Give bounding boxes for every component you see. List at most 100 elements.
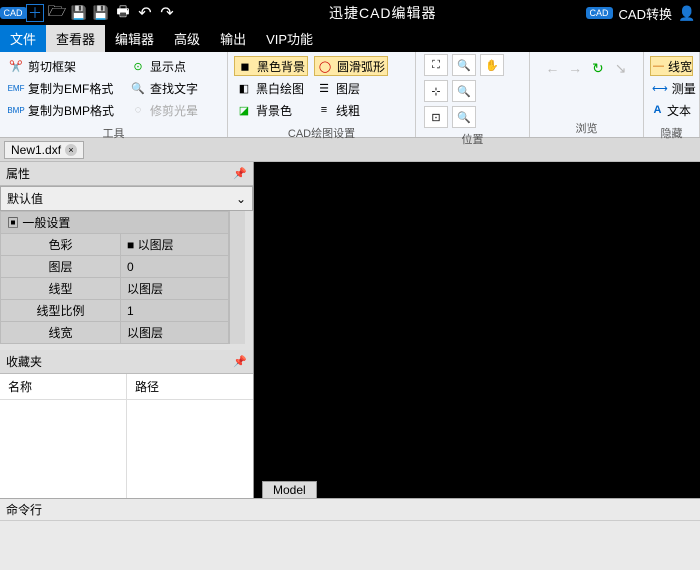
properties-title: 属性 [6, 165, 30, 182]
pos-fit-button[interactable]: ⛶ [424, 54, 448, 76]
properties-table: ▣ 一般设置 色彩■ 以图层 图层0 线型以图层 线型比例1 线宽以图层 [0, 211, 229, 344]
show-point-button[interactable]: ⊙显示点 [128, 56, 200, 76]
arc-icon: ◯ [317, 58, 333, 74]
ribbon-group-tools: ✂️剪切框架 EMF复制为EMF格式 BMP复制为BMP格式 ⊙显示点 🔍查找文… [0, 52, 228, 137]
document-tab[interactable]: New1.dxf × [4, 141, 84, 159]
tab-vip[interactable]: VIP功能 [256, 25, 323, 52]
prop-ltscale-value[interactable]: 1 [121, 300, 229, 322]
main-area: 属性 📌 默认值 ⌄ ▣ 一般设置 色彩■ 以图层 图层0 线型以图层 线型比例… [0, 162, 700, 498]
app-icon: CAD [4, 4, 22, 22]
saveas-icon[interactable]: 💾 [92, 4, 110, 22]
left-panel: 属性 📌 默认值 ⌄ ▣ 一般设置 色彩■ 以图层 图层0 线型以图层 线型比例… [0, 162, 254, 498]
tab-advanced[interactable]: 高级 [164, 25, 210, 52]
nav-refresh-button[interactable]: ↻ [590, 58, 607, 78]
text-button[interactable]: A文本 [650, 100, 693, 120]
favorites-col-path-header[interactable]: 路径 [127, 374, 253, 400]
copy-bmp-button[interactable]: BMP复制为BMP格式 [6, 100, 116, 120]
prop-lineweight-value[interactable]: 以图层 [121, 322, 229, 344]
prop-linetype-value[interactable]: 以图层 [121, 278, 229, 300]
layers-icon: ☰ [316, 80, 332, 96]
title-bar: CAD ＋ 🗁 💾 💾 🖶 ↶ ↷ 迅捷CAD编辑器 CAD CAD转换 👤 [0, 0, 700, 26]
crop-icon: ✂️ [8, 58, 24, 74]
model-tab[interactable]: Model [262, 481, 317, 498]
favorites-title: 收藏夹 [6, 353, 42, 370]
nav-stop-button[interactable]: ↘ [612, 58, 629, 78]
pos-pan-button[interactable]: ✋ [480, 54, 504, 76]
properties-panel-header: 属性 📌 [0, 162, 253, 186]
close-tab-icon[interactable]: × [65, 144, 77, 156]
print-icon[interactable]: 🖶 [114, 4, 132, 22]
tab-output[interactable]: 输出 [210, 25, 256, 52]
text-icon: A [652, 102, 663, 118]
prop-layer-label: 图层 [1, 256, 121, 278]
prop-layer-value[interactable]: 0 [121, 256, 229, 278]
favorites-col-name-header[interactable]: 名称 [0, 374, 126, 400]
chevron-down-icon: ⌄ [236, 192, 246, 206]
favorites-panel-header: 收藏夹 📌 [0, 350, 253, 374]
drawing-canvas[interactable]: Model [254, 162, 700, 498]
measure-icon: ⟷ [652, 80, 668, 96]
ribbon-group-tools-label: 工具 [0, 124, 227, 142]
pos-zoomin-button[interactable]: 🔍 [452, 54, 476, 76]
prop-lineweight-label: 线宽 [1, 322, 121, 344]
round-arc-button[interactable]: ◯圆滑弧形 [314, 56, 388, 76]
bmp-icon: BMP [8, 102, 24, 118]
ribbon-group-cad-label: CAD绘图设置 [228, 124, 415, 142]
trim-halo-button[interactable]: ◌修剪光晕 [128, 100, 200, 120]
tab-viewer[interactable]: 查看器 [46, 25, 105, 52]
section-general[interactable]: ▣ 一般设置 [1, 212, 229, 234]
bgcolor-icon: ◪ [236, 102, 252, 118]
black-bg-button[interactable]: ◼黑色背景 [234, 56, 308, 76]
ribbon-group-browse: ← → ↻ ↘ 浏览 [530, 52, 644, 137]
pos-zoomout-button[interactable]: 🔍 [452, 80, 476, 102]
lineweight-button[interactable]: ≡线粗 [314, 100, 388, 120]
ribbon-group-browse-label: 浏览 [530, 119, 643, 137]
search-icon: 🔍 [130, 80, 146, 96]
redo-icon[interactable]: ↷ [158, 4, 176, 22]
undo-icon[interactable]: ↶ [136, 4, 154, 22]
pos-window-button[interactable]: ⊡ [424, 106, 448, 128]
ribbon-group-cad-settings: ◼黑色背景 ◧黑白绘图 ◪背景色 ◯圆滑弧形 ☰图层 ≡线粗 CAD绘图设置 [228, 52, 416, 137]
favorites-pin-icon[interactable]: 📌 [233, 355, 247, 368]
pos-scaledown-button[interactable]: 🔍 [452, 106, 476, 128]
ribbon-group-hidden: —线宽 ⟷测量 A文本 隐藏 [644, 52, 700, 137]
linewidth-button[interactable]: —线宽 [650, 56, 693, 76]
emf-icon: EMF [8, 80, 24, 96]
save-icon[interactable]: 💾 [70, 4, 88, 22]
prop-color-label: 色彩 [1, 234, 121, 256]
blackbg-icon: ◼ [237, 58, 253, 74]
layers-button[interactable]: ☰图层 [314, 78, 388, 98]
cad-badge: CAD [586, 7, 613, 19]
prop-color-value[interactable]: ■ 以图层 [121, 234, 229, 256]
pin-icon[interactable]: 📌 [233, 167, 247, 180]
user-icon[interactable]: 👤 [678, 4, 696, 22]
nav-fwd-button[interactable]: → [567, 58, 584, 78]
measure-button[interactable]: ⟷测量 [650, 78, 693, 98]
lineweight-icon: ≡ [316, 102, 332, 118]
bg-color-button[interactable]: ◪背景色 [234, 100, 308, 120]
new-icon[interactable]: ＋ [26, 4, 44, 22]
command-line-label: 命令行 [6, 503, 42, 517]
command-line-input[interactable] [0, 520, 700, 570]
crop-frame-button[interactable]: ✂️剪切框架 [6, 56, 116, 76]
defaults-label: 默认值 [7, 190, 43, 207]
prop-linetype-label: 线型 [1, 278, 121, 300]
bw-draw-button[interactable]: ◧黑白绘图 [234, 78, 308, 98]
nav-back-button[interactable]: ← [544, 58, 561, 78]
pos-extents-button[interactable]: ⊹ [424, 80, 448, 102]
ribbon: ✂️剪切框架 EMF复制为EMF格式 BMP复制为BMP格式 ⊙显示点 🔍查找文… [0, 52, 700, 138]
copy-emf-button[interactable]: EMF复制为EMF格式 [6, 78, 116, 98]
open-icon[interactable]: 🗁 [48, 4, 66, 22]
point-icon: ⊙ [130, 58, 146, 74]
tab-editor[interactable]: 编辑器 [105, 25, 164, 52]
find-text-button[interactable]: 🔍查找文字 [128, 78, 200, 98]
properties-scrollbar[interactable] [229, 211, 245, 344]
bw-icon: ◧ [236, 80, 252, 96]
ribbon-group-hidden-label: 隐藏 [644, 124, 699, 142]
cad-convert-button[interactable]: CAD转换 [619, 4, 672, 23]
favorites-body: 名称 路径 [0, 374, 253, 498]
defaults-dropdown[interactable]: 默认值 ⌄ [0, 186, 253, 211]
tab-file[interactable]: 文件 [0, 25, 46, 52]
pos-empty2 [480, 106, 504, 128]
favorites-col-path: 路径 [127, 374, 253, 498]
